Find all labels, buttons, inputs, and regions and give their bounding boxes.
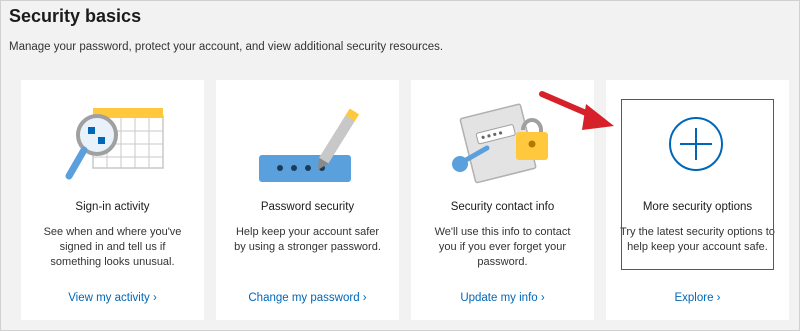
view-my-activity-link[interactable]: View my activity ›: [21, 292, 204, 304]
page-title: Security basics: [9, 6, 142, 26]
card-title: Security contact info: [450, 201, 555, 213]
password-pen-icon: [259, 108, 360, 182]
card-title: Sign-in activity: [75, 201, 150, 213]
card-description: Help keep your account safer by using a …: [234, 226, 381, 253]
change-my-password-link[interactable]: Change my password ›: [216, 292, 399, 304]
red-arrow-annotation: [539, 91, 614, 130]
explore-link[interactable]: Explore ›: [606, 292, 789, 304]
card-title: Password security: [260, 201, 355, 213]
card-description: We'll use this info to contact you if yo…: [434, 226, 571, 268]
card-sign-in-activity: Sign-in activity See when and where you'…: [21, 80, 204, 320]
update-my-info-link[interactable]: Update my info ›: [411, 292, 594, 304]
highlight-box: [621, 99, 774, 270]
magnifier-calendar-icon: [65, 108, 164, 180]
card-password-security: Password security Help keep your account…: [216, 80, 399, 320]
page-subtitle: Manage your password, protect your accou…: [9, 41, 444, 53]
card-description: See when and where you've signed in and …: [43, 226, 182, 268]
